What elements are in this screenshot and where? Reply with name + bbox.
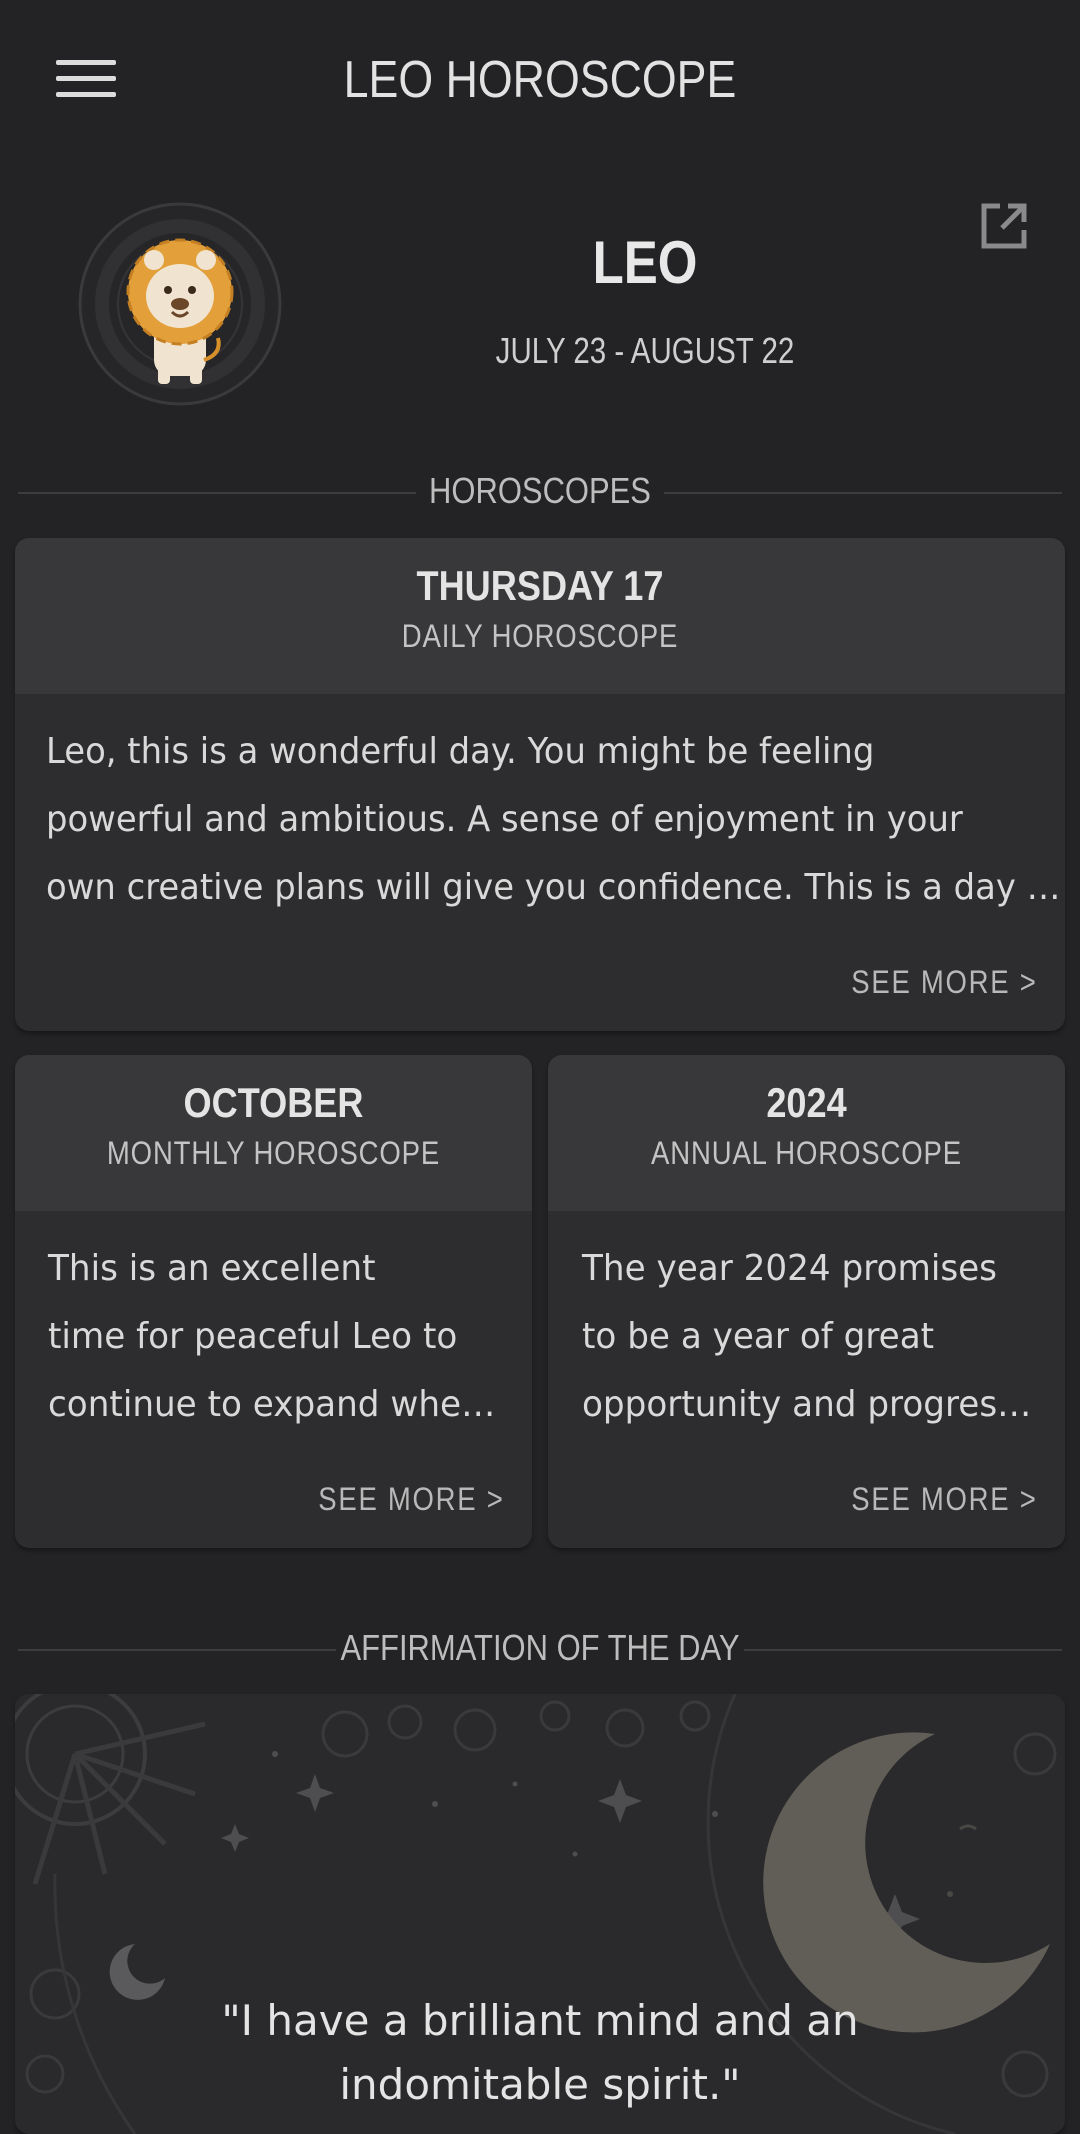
daily-horoscope-card[interactable]: THURSDAY 17 DAILY HOROSCOPE Leo, this is… — [15, 538, 1065, 1031]
daily-card-header: THURSDAY 17 DAILY HOROSCOPE — [15, 538, 1065, 694]
monthly-card-title: OCTOBER — [183, 1079, 364, 1126]
section-title-horoscopes: HOROSCOPES — [429, 470, 651, 511]
section-title-affirmation: AFFIRMATION OF THE DAY — [340, 1627, 740, 1668]
affirmation-line: indomitable spirit." — [339, 2060, 741, 2109]
affirmation-line: "I have a brilliant mind and an — [221, 1996, 859, 2045]
annual-horoscope-card[interactable]: 2024 ANNUAL HOROSCOPE The year 2024 prom… — [548, 1055, 1065, 1548]
annual-card-subtitle: ANNUAL HOROSCOPE — [651, 1135, 962, 1171]
lion-icon — [78, 202, 282, 406]
external-link-icon[interactable] — [978, 200, 1030, 252]
monthly-card-text: This is an excellent time for peaceful L… — [48, 1235, 495, 1439]
daily-text-line: Leo, this is a wonderful day. You might … — [46, 731, 875, 772]
daily-card-title: THURSDAY 17 — [416, 562, 664, 609]
daily-text-line: powerful and ambitious. A sense of enjoy… — [46, 799, 963, 840]
monthly-see-more-link[interactable]: SEE MORE > — [318, 1481, 504, 1518]
annual-text-line: opportunity and progres… — [582, 1384, 1032, 1425]
daily-text-line: own creative plans will give you confide… — [46, 867, 1061, 908]
annual-text-line: to be a year of great — [582, 1316, 935, 1357]
annual-text-line: The year 2024 promises — [582, 1248, 998, 1289]
daily-card-text: Leo, this is a wonderful day. You might … — [46, 718, 1060, 922]
affirmation-card: "I have a brilliant mind and an indomita… — [15, 1694, 1065, 2134]
annual-card-text: The year 2024 promises to be a year of g… — [582, 1235, 1031, 1439]
app-title: LEO HOROSCOPE — [343, 51, 737, 109]
monthly-card-header: OCTOBER MONTHLY HOROSCOPE — [15, 1055, 532, 1211]
sign-dates: JULY 23 - AUGUST 22 — [495, 330, 795, 371]
monthly-text-line: continue to expand whe… — [48, 1384, 496, 1425]
daily-see-more-link[interactable]: SEE MORE > — [851, 964, 1037, 1001]
sign-name: LEO — [592, 229, 698, 296]
annual-card-title: 2024 — [766, 1079, 847, 1126]
monthly-text-line: time for peaceful Leo to — [48, 1316, 458, 1357]
monthly-horoscope-card[interactable]: OCTOBER MONTHLY HOROSCOPE This is an exc… — [15, 1055, 532, 1548]
monthly-text-line: This is an excellent — [48, 1248, 376, 1289]
app-bar: LEO HOROSCOPE — [0, 0, 1080, 170]
leo-avatar — [76, 200, 284, 408]
annual-card-header: 2024 ANNUAL HOROSCOPE — [548, 1055, 1065, 1211]
daily-card-subtitle: DAILY HOROSCOPE — [401, 618, 679, 654]
horoscopes-divider: HOROSCOPES — [18, 462, 1062, 522]
affirmation-text: "I have a brilliant mind and an indomita… — [15, 1989, 1065, 2117]
annual-see-more-link[interactable]: SEE MORE > — [851, 1481, 1037, 1518]
affirmation-divider: AFFIRMATION OF THE DAY — [18, 1619, 1062, 1679]
monthly-card-subtitle: MONTHLY HOROSCOPE — [106, 1135, 441, 1171]
